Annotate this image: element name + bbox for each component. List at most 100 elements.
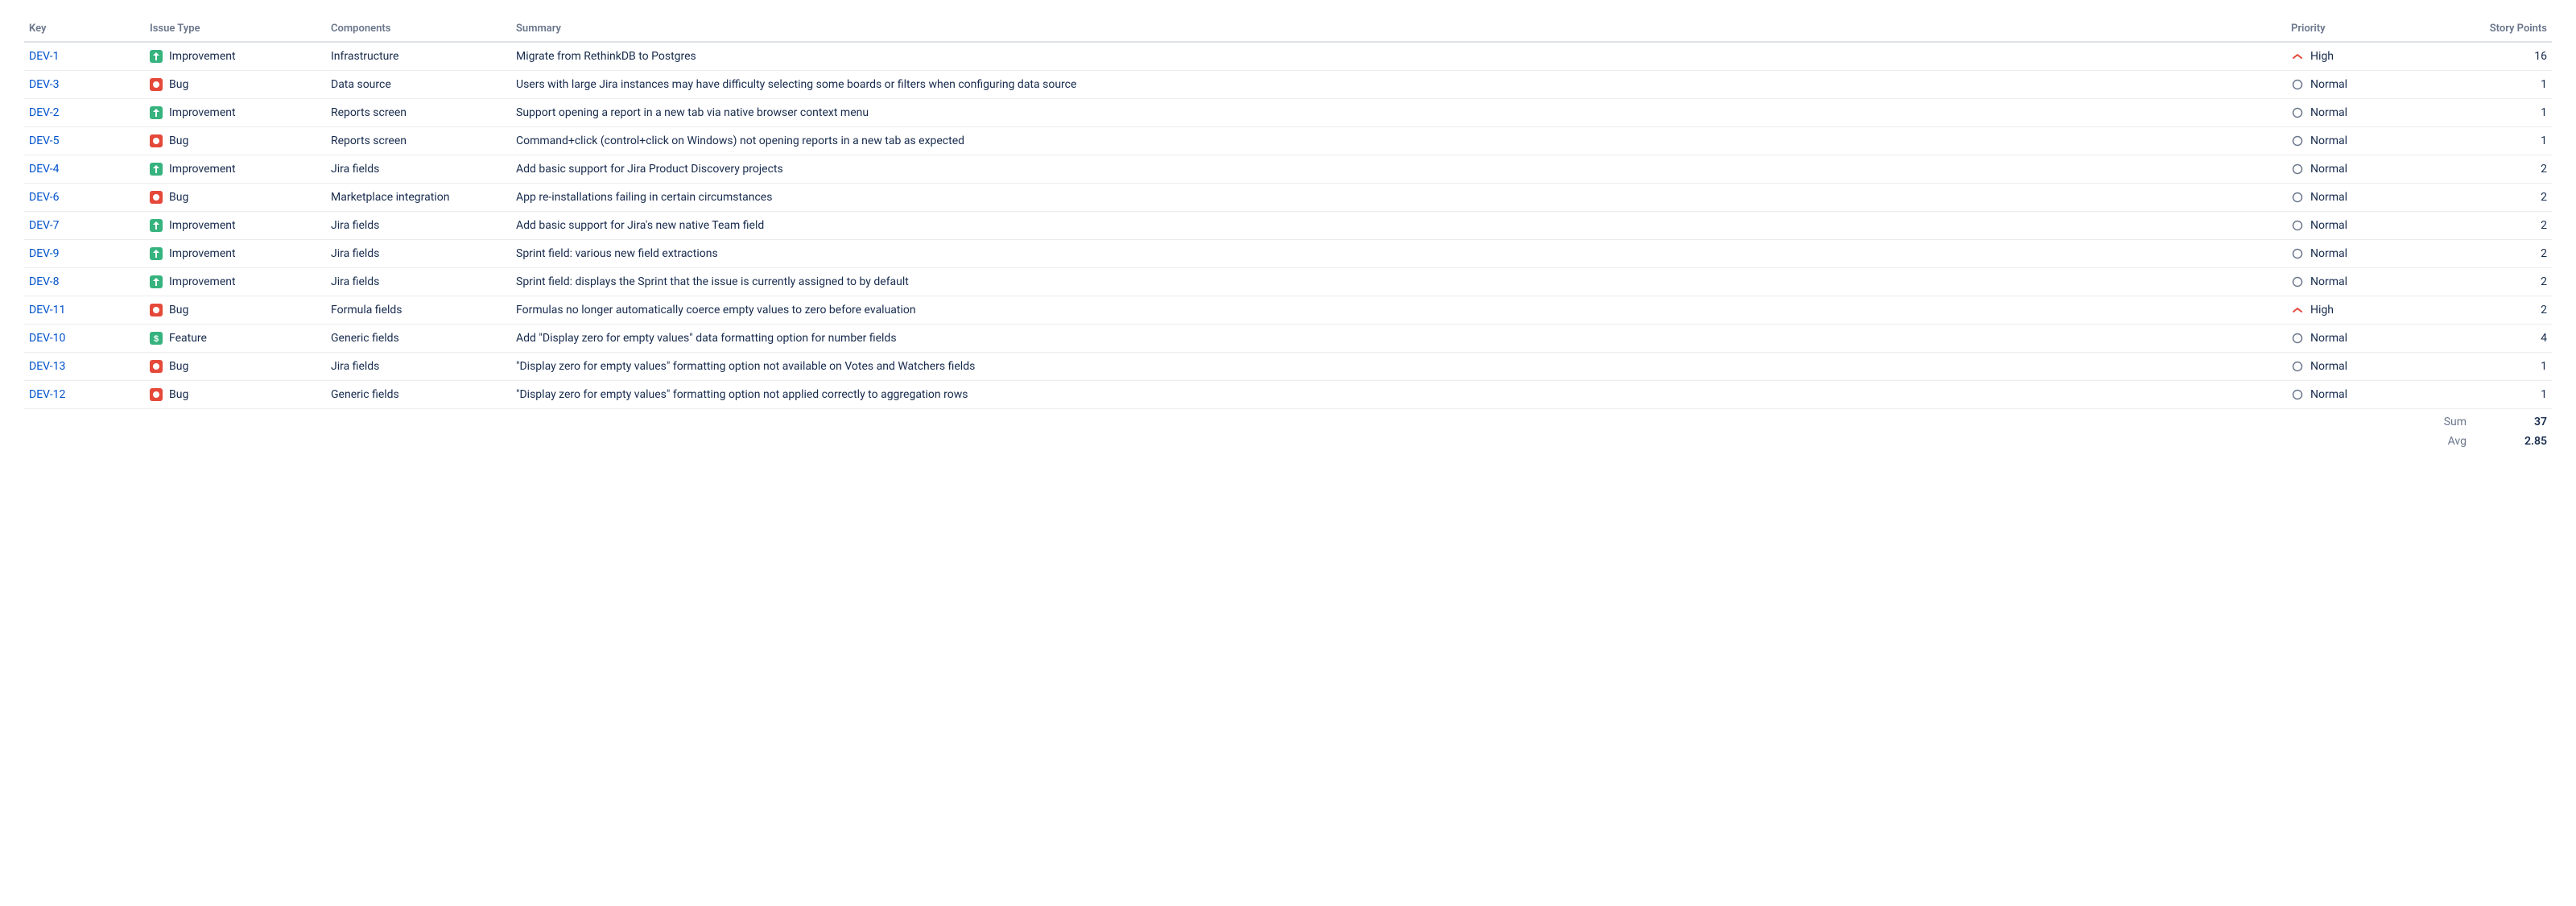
story-points-cell: 1 xyxy=(2471,381,2552,409)
priority-label: High xyxy=(2310,304,2334,316)
story-points-cell: 16 xyxy=(2471,42,2552,71)
issue-key-link[interactable]: DEV-13 xyxy=(29,360,65,373)
footer-sum-label: Sum xyxy=(24,409,2471,432)
story-points-cell: 2 xyxy=(2471,184,2552,212)
table-row[interactable]: DEV-10$FeatureGeneric fieldsAdd "Display… xyxy=(24,325,2552,353)
story-points-cell: 1 xyxy=(2471,353,2552,381)
priority-label: Normal xyxy=(2310,219,2347,232)
table-row[interactable]: DEV-6 Bug Marketplace integrationApp re-in… xyxy=(24,184,2552,212)
summary-cell: App re-installations failing in certain … xyxy=(511,184,2286,212)
table-row[interactable]: DEV-7ImprovementJira fieldsAdd basic sup… xyxy=(24,212,2552,240)
story-points-cell: 2 xyxy=(2471,296,2552,325)
issue-type-label: Improvement xyxy=(169,247,236,260)
table-row[interactable]: DEV-2ImprovementReports screenSupport op… xyxy=(24,99,2552,127)
summary-cell: Users with large Jira instances may have… xyxy=(511,71,2286,99)
improvement-icon xyxy=(150,219,163,232)
issue-key-link[interactable]: DEV-2 xyxy=(29,106,60,119)
summary-cell: Command+click (control+click on Windows)… xyxy=(511,127,2286,155)
story-points-cell: 2 xyxy=(2471,268,2552,296)
table-row[interactable]: DEV-4ImprovementJira fieldsAdd basic sup… xyxy=(24,155,2552,184)
issue-key-link[interactable]: DEV-11 xyxy=(29,304,65,316)
issues-table: Key Issue Type Components Summary Priori… xyxy=(24,16,2552,451)
col-header-priority[interactable]: Priority xyxy=(2286,16,2471,42)
footer-avg-value: 2.85 xyxy=(2471,432,2552,451)
priority-normal-icon xyxy=(2291,163,2304,176)
footer-avg-row: Avg 2.85 xyxy=(24,432,2552,451)
bug-icon xyxy=(150,388,163,401)
priority-label: Normal xyxy=(2310,191,2347,204)
issue-type-label: Bug xyxy=(169,78,188,91)
priority-normal-icon xyxy=(2291,275,2304,288)
story-points-cell: 4 xyxy=(2471,325,2552,353)
col-header-issue-type[interactable]: Issue Type xyxy=(145,16,326,42)
priority-label: Normal xyxy=(2310,247,2347,260)
components-cell: Infrastructure xyxy=(326,42,511,71)
priority-normal-icon xyxy=(2291,388,2304,401)
issue-key-link[interactable]: DEV-12 xyxy=(29,388,65,401)
components-cell: Jira fields xyxy=(326,268,511,296)
issue-key-link[interactable]: DEV-3 xyxy=(29,78,60,91)
issue-key-link[interactable]: DEV-5 xyxy=(29,134,60,147)
table-row[interactable]: DEV-11BugFormula fieldsFormulas no longe… xyxy=(24,296,2552,325)
priority-normal-icon xyxy=(2291,191,2304,204)
components-cell: Reports screen xyxy=(326,99,511,127)
story-points-cell: 2 xyxy=(2471,212,2552,240)
improvement-icon xyxy=(150,106,163,119)
components-cell: Marketplace integration xyxy=(326,184,511,212)
table-row[interactable]: DEV-8ImprovementJira fieldsSprint field:… xyxy=(24,268,2552,296)
issue-key-link[interactable]: DEV-7 xyxy=(29,219,60,232)
issue-type-label: Improvement xyxy=(169,106,236,119)
priority-normal-icon xyxy=(2291,360,2304,373)
table-row[interactable]: DEV-3BugData sourceUsers with large Jira… xyxy=(24,71,2552,99)
priority-label: High xyxy=(2310,50,2334,63)
summary-cell: Sprint field: displays the Sprint that t… xyxy=(511,268,2286,296)
table-row[interactable]: DEV-13BugJira fields"Display zero for em… xyxy=(24,353,2552,381)
issue-type-label: Feature xyxy=(169,332,207,345)
issue-key-link[interactable]: DEV-8 xyxy=(29,275,60,288)
story-points-cell: 1 xyxy=(2471,99,2552,127)
issue-key-link[interactable]: DEV-9 xyxy=(29,247,60,260)
components-cell: Jira fields xyxy=(326,155,511,184)
priority-normal-icon xyxy=(2291,78,2304,91)
footer-avg-label: Avg xyxy=(24,432,2471,451)
issue-type-label: Bug xyxy=(169,360,188,373)
issue-key-link[interactable]: DEV-6 xyxy=(29,191,60,204)
priority-normal-icon xyxy=(2291,134,2304,147)
col-header-summary[interactable]: Summary xyxy=(511,16,2286,42)
components-cell: Generic fields xyxy=(326,381,511,409)
col-header-components[interactable]: Components xyxy=(326,16,511,42)
summary-cell: "Display zero for empty values" formatti… xyxy=(511,381,2286,409)
summary-cell: Formulas no longer automatically coerce … xyxy=(511,296,2286,325)
summary-cell: Add "Display zero for empty values" data… xyxy=(511,325,2286,353)
issue-type-label: Bug xyxy=(169,388,188,401)
improvement-icon xyxy=(150,50,163,63)
components-cell: Jira fields xyxy=(326,212,511,240)
priority-label: Normal xyxy=(2310,134,2347,147)
priority-normal-icon xyxy=(2291,332,2304,345)
priority-label: Normal xyxy=(2310,78,2347,91)
table-row[interactable]: DEV-12 Bug Generic fields"Display zero for… xyxy=(24,381,2552,409)
issue-key-link[interactable]: DEV-1 xyxy=(29,50,60,63)
issue-type-label: Bug xyxy=(169,134,188,147)
priority-label: Normal xyxy=(2310,332,2347,345)
table-row[interactable]: DEV-1ImprovementInfrastructureMigrate fr… xyxy=(24,42,2552,71)
issue-type-label: Bug xyxy=(169,191,188,204)
priority-normal-icon xyxy=(2291,219,2304,232)
summary-cell: Migrate from RethinkDB to Postgres xyxy=(511,42,2286,71)
col-header-key[interactable]: Key xyxy=(24,16,145,42)
priority-high-icon xyxy=(2291,50,2304,63)
table-row[interactable]: DEV-9ImprovementJira fieldsSprint field:… xyxy=(24,240,2552,268)
bug-icon xyxy=(150,191,163,204)
footer-sum-value: 37 xyxy=(2471,409,2552,432)
issue-key-link[interactable]: DEV-4 xyxy=(29,163,60,176)
summary-cell: Add basic support for Jira's new native … xyxy=(511,212,2286,240)
summary-cell: Add basic support for Jira Product Disco… xyxy=(511,155,2286,184)
priority-label: Normal xyxy=(2310,106,2347,119)
issue-key-link[interactable]: DEV-10 xyxy=(29,332,65,345)
bug-icon xyxy=(150,304,163,316)
summary-cell: Sprint field: various new field extracti… xyxy=(511,240,2286,268)
bug-icon xyxy=(150,360,163,373)
table-row[interactable]: DEV-5 Bug Reports screenCommand+click (con… xyxy=(24,127,2552,155)
col-header-story-points[interactable]: Story Points xyxy=(2471,16,2552,42)
components-cell: Reports screen xyxy=(326,127,511,155)
